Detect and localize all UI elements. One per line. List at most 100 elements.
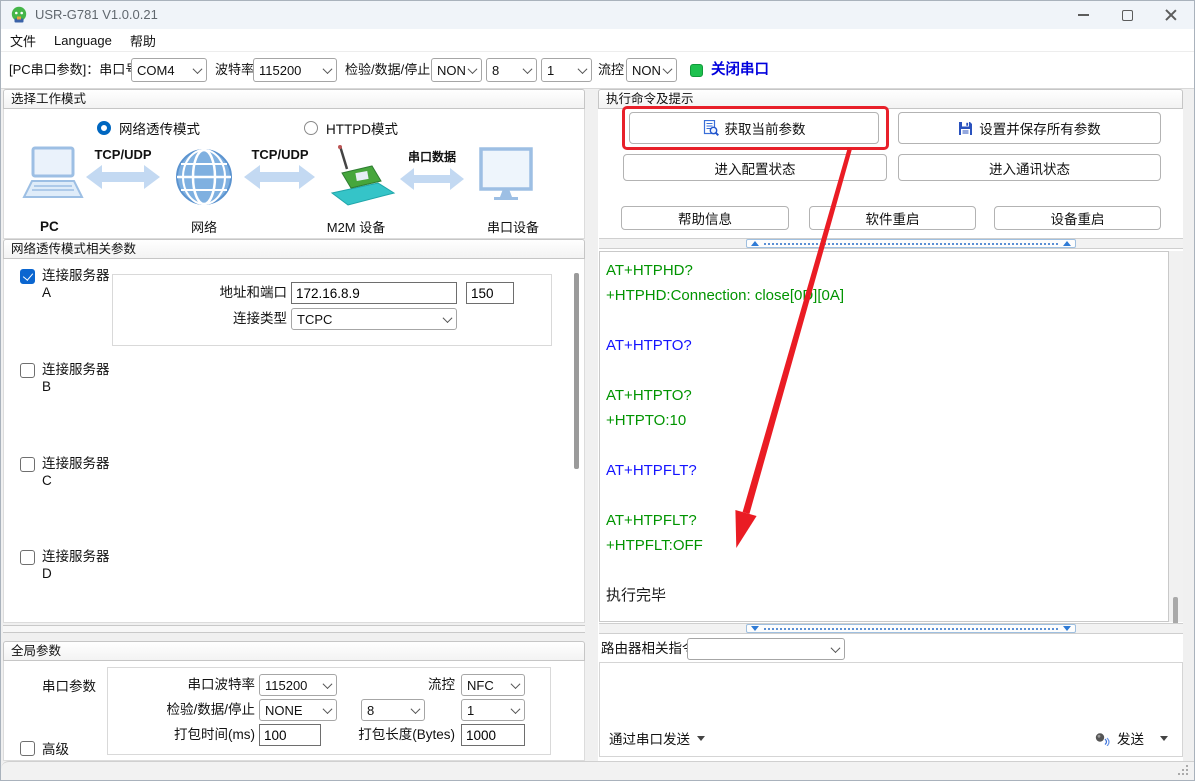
enter-comm-button[interactable]: 进入通讯状态 (898, 154, 1161, 181)
chevron-down-icon (323, 704, 333, 714)
close-port-link[interactable]: 关闭串口 (711, 52, 769, 89)
svg-text:网络: 网络 (191, 220, 217, 235)
device-restart-button[interactable]: 设备重启 (994, 206, 1161, 230)
router-cmd-select[interactable] (687, 638, 845, 660)
collapse-down-icon (1063, 626, 1071, 631)
pc-icon (24, 148, 82, 197)
advanced-label: 高级 (42, 741, 69, 758)
flow-select[interactable]: NONE (626, 58, 677, 82)
databits-select[interactable]: 8 (486, 58, 537, 82)
terminal-line (606, 308, 1168, 333)
svg-text:TCP/UDP: TCP/UDP (94, 147, 151, 162)
send-via-serial-dropdown[interactable]: 通过串口发送 (609, 728, 705, 748)
terminal-line (606, 483, 1168, 508)
terminal-line (606, 433, 1168, 458)
terminal-line: AT+HTPTO? (606, 383, 1168, 408)
close-button[interactable] (1150, 1, 1192, 29)
address-port-label: 地址和端口 (113, 282, 287, 304)
net-params-panel: 连接服务器A 地址和端口 连接类型 TCPC 连接服务器B 连接服务器C 连接服… (3, 259, 585, 623)
menu-help[interactable]: 帮助 (130, 31, 156, 50)
server-d-label: 连接服务器D (42, 548, 110, 582)
chevron-down-icon (523, 64, 533, 74)
parity-select[interactable]: NONI (431, 58, 482, 82)
maximize-button[interactable] (1106, 1, 1148, 29)
chevron-down-icon (323, 64, 333, 74)
terminal-line: AT+HTPFLT? (606, 458, 1168, 483)
top-splitter (599, 238, 1183, 249)
title-bar: USR-G781 V1.0.0.21 (1, 1, 1194, 29)
g-flow-select[interactable]: NFC (461, 674, 525, 696)
pack-time-label: 打包时间(ms) (108, 724, 255, 746)
terminal-line (606, 358, 1168, 383)
svg-text:TCP/UDP: TCP/UDP (251, 147, 308, 162)
app-window: USR-G781 V1.0.0.21 文件 Language 帮助 [PC串口参… (0, 0, 1195, 781)
get-params-button[interactable]: 获取当前参数 (629, 112, 879, 144)
pack-time-input[interactable] (259, 724, 321, 746)
port-input[interactable] (466, 282, 514, 304)
radio-label: HTTPD模式 (326, 118, 398, 138)
terminal-line: 执行完毕 (606, 583, 1168, 608)
net-panel-hscrollbar[interactable] (3, 625, 585, 633)
collapse-down-icon (751, 626, 759, 631)
arrow-icon (400, 168, 464, 190)
address-input[interactable] (291, 282, 457, 304)
terminal-line: +HTPHD:Connection: close[0D][0A] (606, 283, 1168, 308)
server-a-checkbox[interactable] (20, 269, 35, 284)
conn-type-label: 连接类型 (113, 308, 287, 330)
chevron-down-icon (443, 313, 453, 323)
minimize-button[interactable] (1062, 1, 1104, 29)
server-c-label: 连接服务器C (42, 455, 110, 489)
chevron-down-icon (511, 704, 521, 714)
send-panel[interactable]: 通过串口发送 发送 (599, 662, 1183, 757)
g-stopbits-select[interactable]: 1 (461, 699, 525, 721)
advanced-checkbox[interactable] (20, 741, 35, 756)
server-d-checkbox[interactable] (20, 550, 35, 565)
terminal-scrollbar[interactable] (1169, 251, 1183, 622)
baud-label: 波特率 (215, 52, 254, 88)
bottom-splitter-handle[interactable] (746, 624, 1076, 633)
g-parity-select[interactable]: NONE (259, 699, 337, 721)
radio-icon (97, 121, 111, 135)
server-b-checkbox[interactable] (20, 363, 35, 378)
speaker-icon (1094, 731, 1111, 746)
pack-len-input[interactable] (461, 724, 525, 746)
soft-restart-button[interactable]: 软件重启 (809, 206, 976, 230)
arrow-icon (244, 165, 315, 189)
g-baud-label: 串口波特率 (108, 674, 255, 696)
g-databits-select[interactable]: 8 (361, 699, 425, 721)
radio-icon (304, 121, 318, 135)
terminal-line: AT+HTPHD? (606, 258, 1168, 283)
baud-select[interactable]: 115200 (253, 58, 337, 82)
stopbits-select[interactable]: 1 (541, 58, 592, 82)
menu-language[interactable]: Language (54, 33, 112, 48)
global-params-header: 全局参数 (3, 641, 585, 661)
server-c-checkbox[interactable] (20, 457, 35, 472)
conn-type-select[interactable]: TCPC (291, 308, 457, 330)
chevron-down-icon (831, 643, 841, 653)
collapse-up-icon (751, 241, 759, 246)
resize-grip[interactable] (1186, 773, 1188, 775)
chevron-down-icon (578, 64, 588, 74)
command-log-terminal[interactable]: AT+HTPHD?+HTPHD:Connection: close[0D][0A… (599, 251, 1169, 622)
save-icon (958, 121, 973, 136)
top-splitter-handle[interactable] (746, 239, 1076, 248)
g-parity-label: 检验/数据/停止 (108, 699, 255, 721)
bottom-splitter (599, 623, 1183, 634)
g-baud-select[interactable]: 115200 (259, 674, 337, 696)
command-panel-header: 执行命令及提示 (598, 89, 1183, 109)
com-port-select[interactable]: COM4 (131, 58, 207, 82)
radio-httpd-mode[interactable]: HTTPD模式 (304, 118, 398, 138)
monitor-icon (481, 149, 531, 200)
server-b-label: 连接服务器B (42, 361, 110, 395)
help-info-button[interactable]: 帮助信息 (621, 206, 789, 230)
send-button[interactable]: 发送 (1094, 728, 1168, 748)
enter-config-button[interactable]: 进入配置状态 (623, 154, 887, 181)
net-panel-scrollbar[interactable] (574, 273, 579, 469)
radio-transparent-mode[interactable]: 网络透传模式 (97, 118, 200, 138)
globe-icon (177, 150, 231, 204)
chevron-down-icon (468, 64, 478, 74)
pack-len-label: 打包长度(Bytes) (333, 724, 455, 746)
work-mode-header: 选择工作模式 (3, 89, 585, 109)
menu-file[interactable]: 文件 (10, 31, 36, 50)
save-params-button[interactable]: 设置并保存所有参数 (898, 112, 1161, 144)
